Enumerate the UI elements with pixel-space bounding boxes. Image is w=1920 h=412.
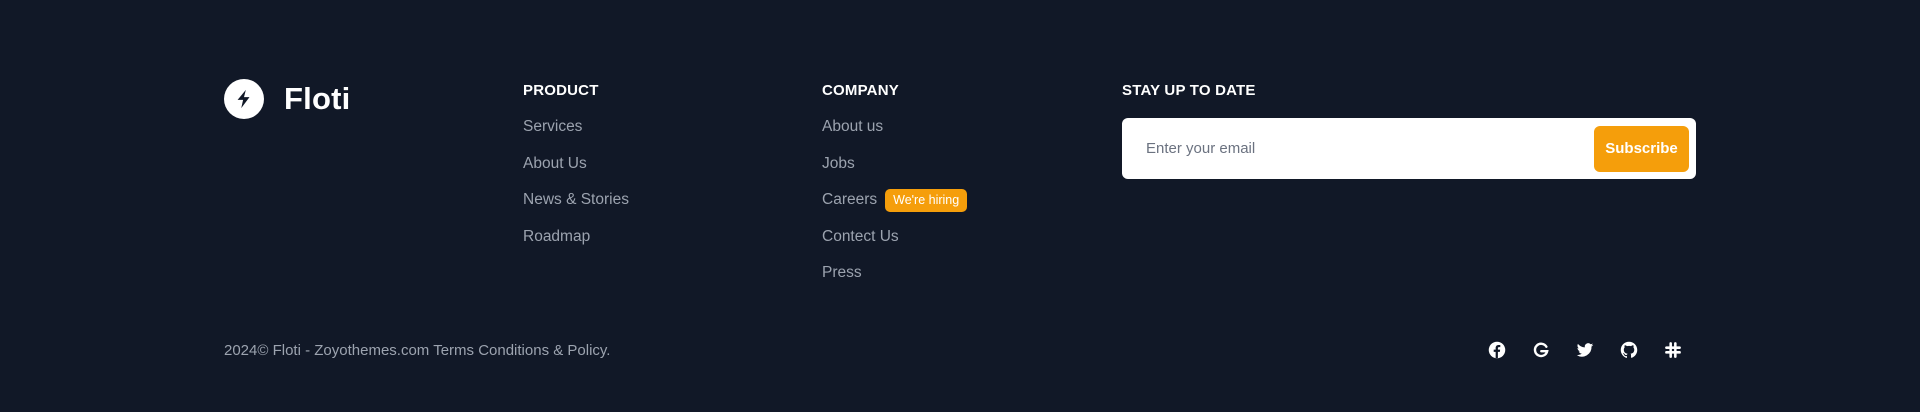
footer-link-careers[interactable]: Careers [822, 191, 877, 209]
product-links: Services About Us News & Stories Roadmap [523, 109, 629, 255]
twitter-icon[interactable] [1576, 341, 1594, 359]
footer-link-services[interactable]: Services [523, 118, 582, 136]
newsletter: STAY UP TO DATE Subscribe [1122, 82, 1696, 179]
hiring-badge: We're hiring [885, 188, 968, 212]
footer-link-about-us[interactable]: About Us [523, 155, 587, 173]
list-item: Press [822, 255, 967, 292]
product-column: PRODUCT Services About Us News & Stories… [523, 82, 629, 255]
footer-link-about-us-company[interactable]: About us [822, 118, 883, 136]
list-item: Jobs [822, 146, 967, 183]
github-icon[interactable] [1620, 341, 1638, 359]
subscribe-button[interactable]: Subscribe [1594, 125, 1689, 172]
facebook-icon[interactable] [1488, 341, 1506, 359]
email-field[interactable] [1146, 140, 1594, 157]
product-heading: PRODUCT [523, 82, 599, 99]
list-item: Careers We're hiring [822, 182, 968, 219]
footer-link-news-stories[interactable]: News & Stories [523, 191, 629, 209]
list-item: About Us [523, 146, 629, 183]
site-footer: Floti PRODUCT Services About Us News & S… [0, 0, 1920, 412]
footer-link-press[interactable]: Press [822, 264, 862, 282]
brand-name: Floti [284, 81, 351, 116]
bolt-icon [224, 79, 264, 119]
brand[interactable]: Floti [224, 79, 350, 119]
list-item: Services [523, 109, 629, 146]
company-heading: COMPANY [822, 82, 899, 99]
copyright-text: 2024© Floti - Zoyothemes.com Terms Condi… [224, 342, 611, 359]
subscribe-form: Subscribe [1122, 118, 1696, 179]
list-item: Roadmap [523, 219, 629, 256]
list-item: Contect Us [822, 219, 967, 256]
social-links [1488, 341, 1682, 359]
footer-link-jobs[interactable]: Jobs [822, 155, 855, 173]
list-item: About us [822, 109, 967, 146]
footer-link-roadmap[interactable]: Roadmap [523, 228, 590, 246]
slack-icon[interactable] [1664, 341, 1682, 359]
list-item: News & Stories [523, 182, 629, 219]
company-column: COMPANY About us Jobs Careers We're hiri… [822, 82, 968, 292]
company-links: About us Jobs Careers We're hiring Conte… [822, 109, 968, 292]
google-icon[interactable] [1532, 341, 1550, 359]
footer-link-contact-us[interactable]: Contect Us [822, 228, 899, 246]
newsletter-heading: STAY UP TO DATE [1122, 82, 1256, 99]
